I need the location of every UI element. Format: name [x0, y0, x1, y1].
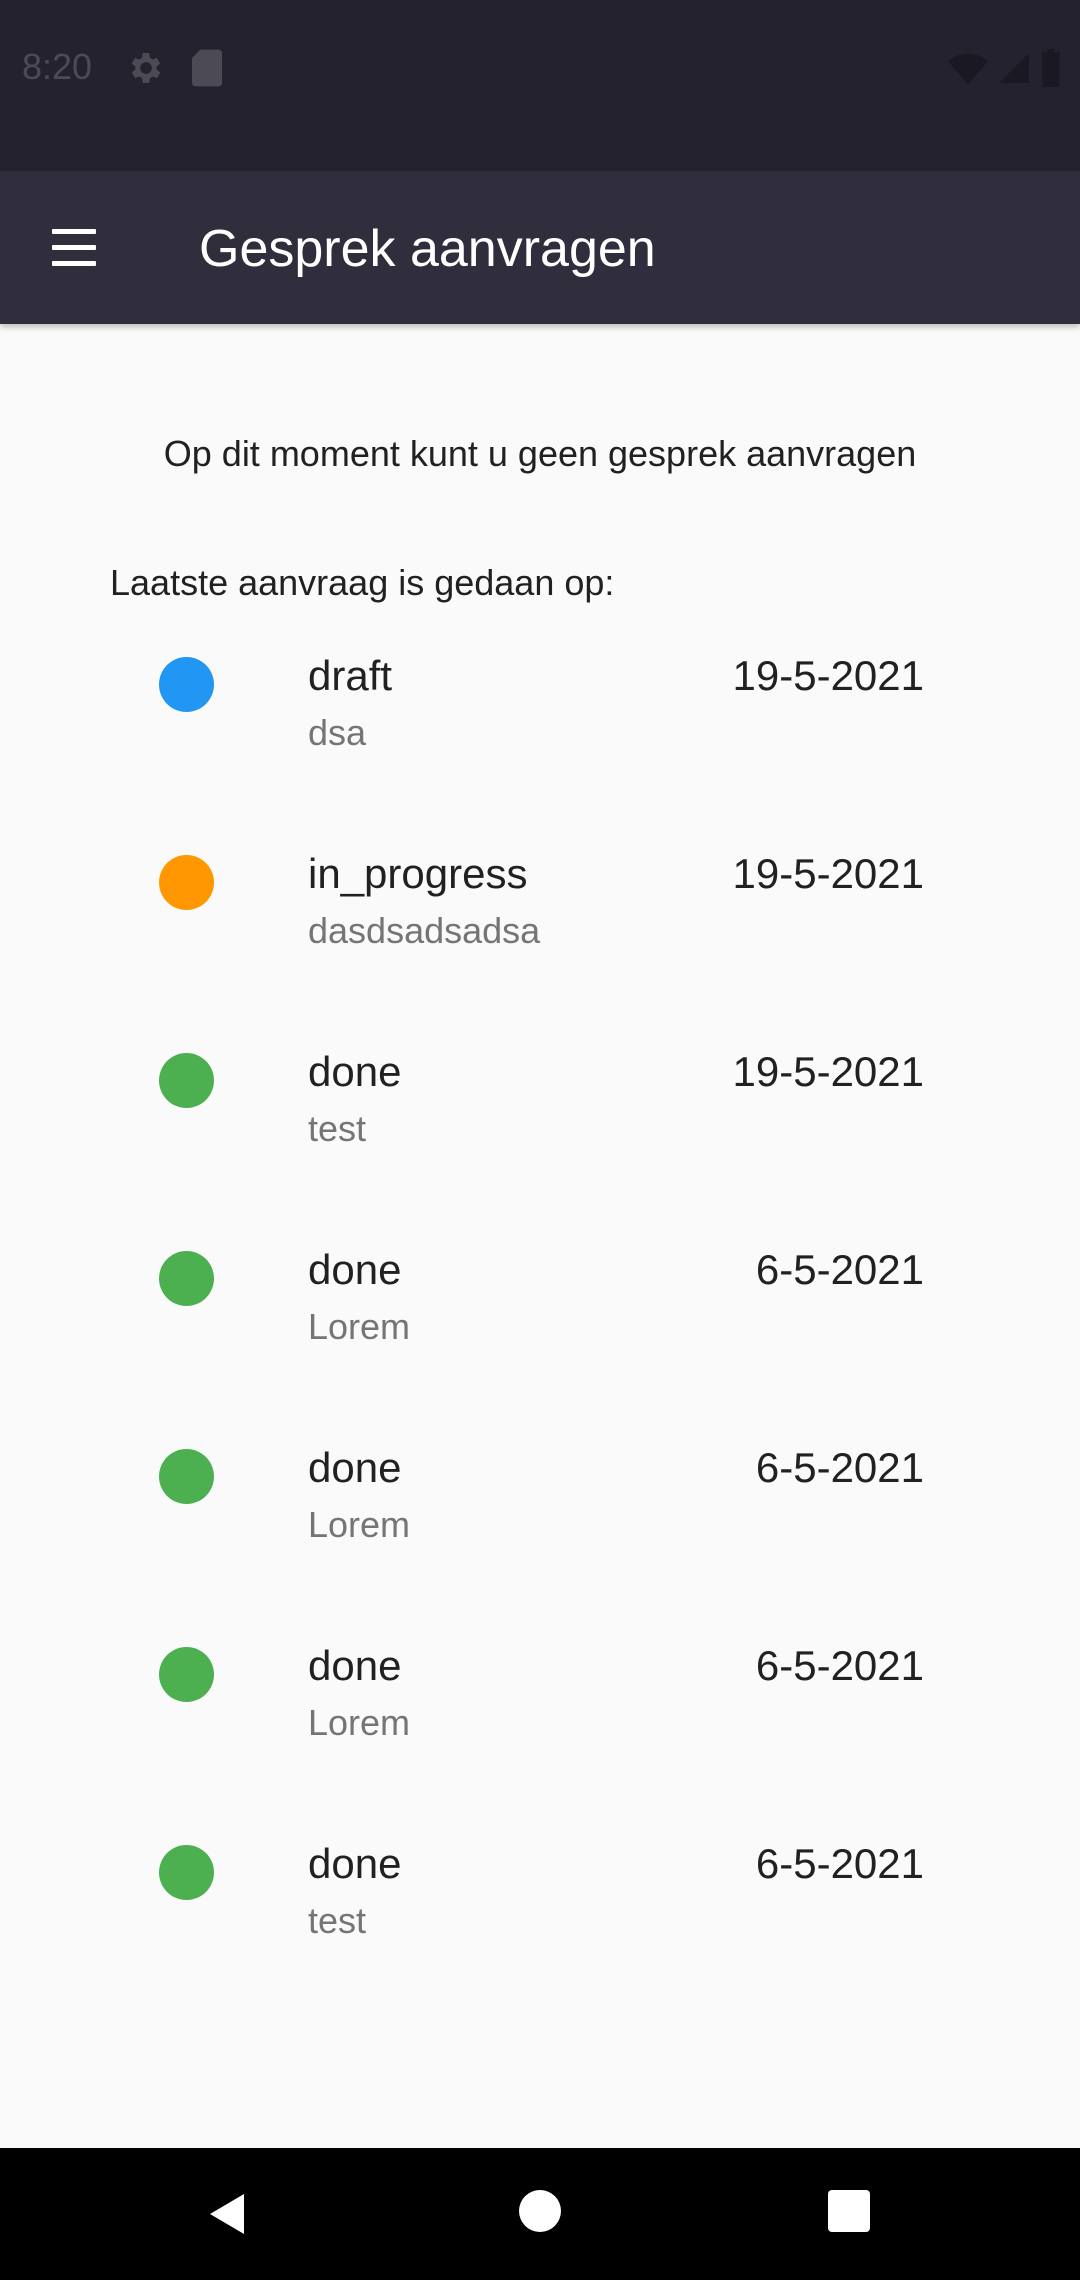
notice-text: Op dit moment kunt u geen gesprek aanvra…	[163, 433, 917, 474]
status-dot	[159, 657, 214, 712]
item-subtitle: test	[308, 1108, 367, 1149]
item-subtitle: Lorem	[308, 1504, 411, 1545]
hamburger-menu-icon[interactable]	[44, 225, 104, 271]
item-status: draft	[308, 652, 393, 699]
navigation-bar	[0, 2148, 1080, 2280]
request-list: draft dsa 19-5-2021 in_progress dasdsads…	[0, 640, 1080, 2026]
item-date: 19-5-2021	[732, 1048, 924, 1095]
back-icon[interactable]	[204, 2190, 252, 2238]
signal-icon	[999, 53, 1029, 83]
list-item[interactable]: done Lorem 6-5-2021	[0, 1234, 1080, 1432]
list-item[interactable]: done test 6-5-2021	[0, 1828, 1080, 2026]
item-status: done	[308, 1642, 402, 1689]
item-date: 6-5-2021	[755, 1642, 924, 1689]
item-status: done	[308, 1840, 402, 1887]
status-dot	[159, 1053, 214, 1108]
item-subtitle: Lorem	[308, 1306, 411, 1347]
recents-icon[interactable]	[828, 2190, 870, 2232]
item-date: 6-5-2021	[755, 1444, 924, 1491]
item-date: 6-5-2021	[755, 1246, 924, 1293]
list-item[interactable]: draft dsa 19-5-2021	[0, 640, 1080, 838]
status-time: 8:20	[22, 46, 93, 87]
status-bar: 8:20	[0, 0, 1080, 171]
item-status: in_progress	[308, 850, 528, 897]
item-status: done	[308, 1444, 402, 1491]
gear-icon	[131, 53, 161, 83]
list-item[interactable]: done test 19-5-2021	[0, 1036, 1080, 1234]
item-date: 6-5-2021	[755, 1840, 924, 1887]
status-dot	[159, 1845, 214, 1900]
status-right-icons	[948, 48, 1062, 88]
list-item[interactable]: in_progress dasdsadsadsa 19-5-2021	[0, 838, 1080, 1036]
last-request-label: Laatste aanvraag is gedaan op:	[110, 562, 615, 603]
sd-card-icon	[192, 49, 222, 87]
status-dot	[159, 1449, 214, 1504]
app-bar: Gesprek aanvragen	[0, 171, 1080, 324]
status-dot	[159, 1647, 214, 1702]
item-subtitle: dsa	[308, 712, 367, 753]
item-date: 19-5-2021	[732, 652, 924, 699]
home-icon[interactable]	[519, 2190, 561, 2232]
wifi-icon	[948, 53, 988, 85]
list-item[interactable]: done Lorem 6-5-2021	[0, 1630, 1080, 1828]
list-item[interactable]: done Lorem 6-5-2021	[0, 1432, 1080, 1630]
status-dot	[159, 1251, 214, 1306]
item-subtitle: Lorem	[308, 1702, 411, 1743]
page-title: Gesprek aanvragen	[199, 220, 656, 278]
item-status: done	[308, 1246, 402, 1293]
item-date: 19-5-2021	[732, 850, 924, 897]
battery-icon	[1042, 49, 1060, 87]
status-dot	[159, 855, 214, 910]
item-subtitle: test	[308, 1900, 367, 1941]
item-subtitle: dasdsadsadsa	[308, 910, 541, 951]
item-status: done	[308, 1048, 402, 1095]
